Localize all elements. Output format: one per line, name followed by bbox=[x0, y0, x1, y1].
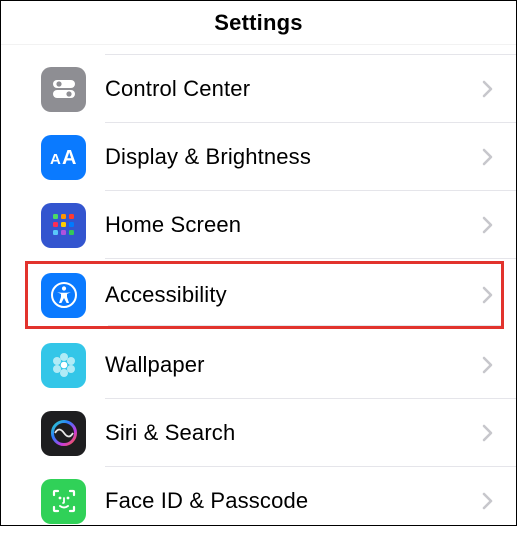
chevron-right-icon bbox=[482, 148, 498, 166]
chevron-right-icon bbox=[482, 356, 498, 374]
row-label: Display & Brightness bbox=[105, 144, 482, 170]
accessibility-icon bbox=[41, 273, 86, 318]
face-id-icon bbox=[41, 479, 86, 524]
header: Settings bbox=[1, 1, 516, 45]
row-label: Face ID & Passcode bbox=[105, 488, 482, 514]
svg-text:A: A bbox=[62, 147, 76, 169]
row-label: Wallpaper bbox=[105, 352, 482, 378]
row-label: Home Screen bbox=[105, 212, 482, 238]
toggles-icon bbox=[41, 67, 86, 112]
row-accessibility[interactable]: Accessibility bbox=[25, 261, 504, 329]
svg-text:A: A bbox=[50, 151, 61, 168]
chevron-right-icon bbox=[482, 492, 498, 510]
chevron-right-icon bbox=[482, 424, 498, 442]
divider bbox=[105, 45, 516, 55]
row-label: Siri & Search bbox=[105, 420, 482, 446]
siri-icon bbox=[41, 411, 86, 456]
row-control-center[interactable]: Control Center bbox=[1, 55, 516, 123]
chevron-right-icon bbox=[482, 80, 498, 98]
flower-icon bbox=[41, 343, 86, 388]
app-grid-icon bbox=[41, 203, 86, 248]
row-wallpaper[interactable]: Wallpaper bbox=[1, 331, 516, 399]
text-size-icon: A A bbox=[41, 135, 86, 180]
settings-list: Control Center A A Display & Brightness bbox=[1, 45, 516, 535]
row-home-screen[interactable]: Home Screen bbox=[1, 191, 516, 259]
row-display-brightness[interactable]: A A Display & Brightness bbox=[1, 123, 516, 191]
chevron-right-icon bbox=[482, 286, 498, 304]
row-face-id-passcode[interactable]: Face ID & Passcode bbox=[1, 467, 516, 535]
row-siri-search[interactable]: Siri & Search bbox=[1, 399, 516, 467]
row-label: Control Center bbox=[105, 76, 482, 102]
row-label: Accessibility bbox=[105, 282, 482, 308]
page-title: Settings bbox=[214, 10, 302, 36]
chevron-right-icon bbox=[482, 216, 498, 234]
